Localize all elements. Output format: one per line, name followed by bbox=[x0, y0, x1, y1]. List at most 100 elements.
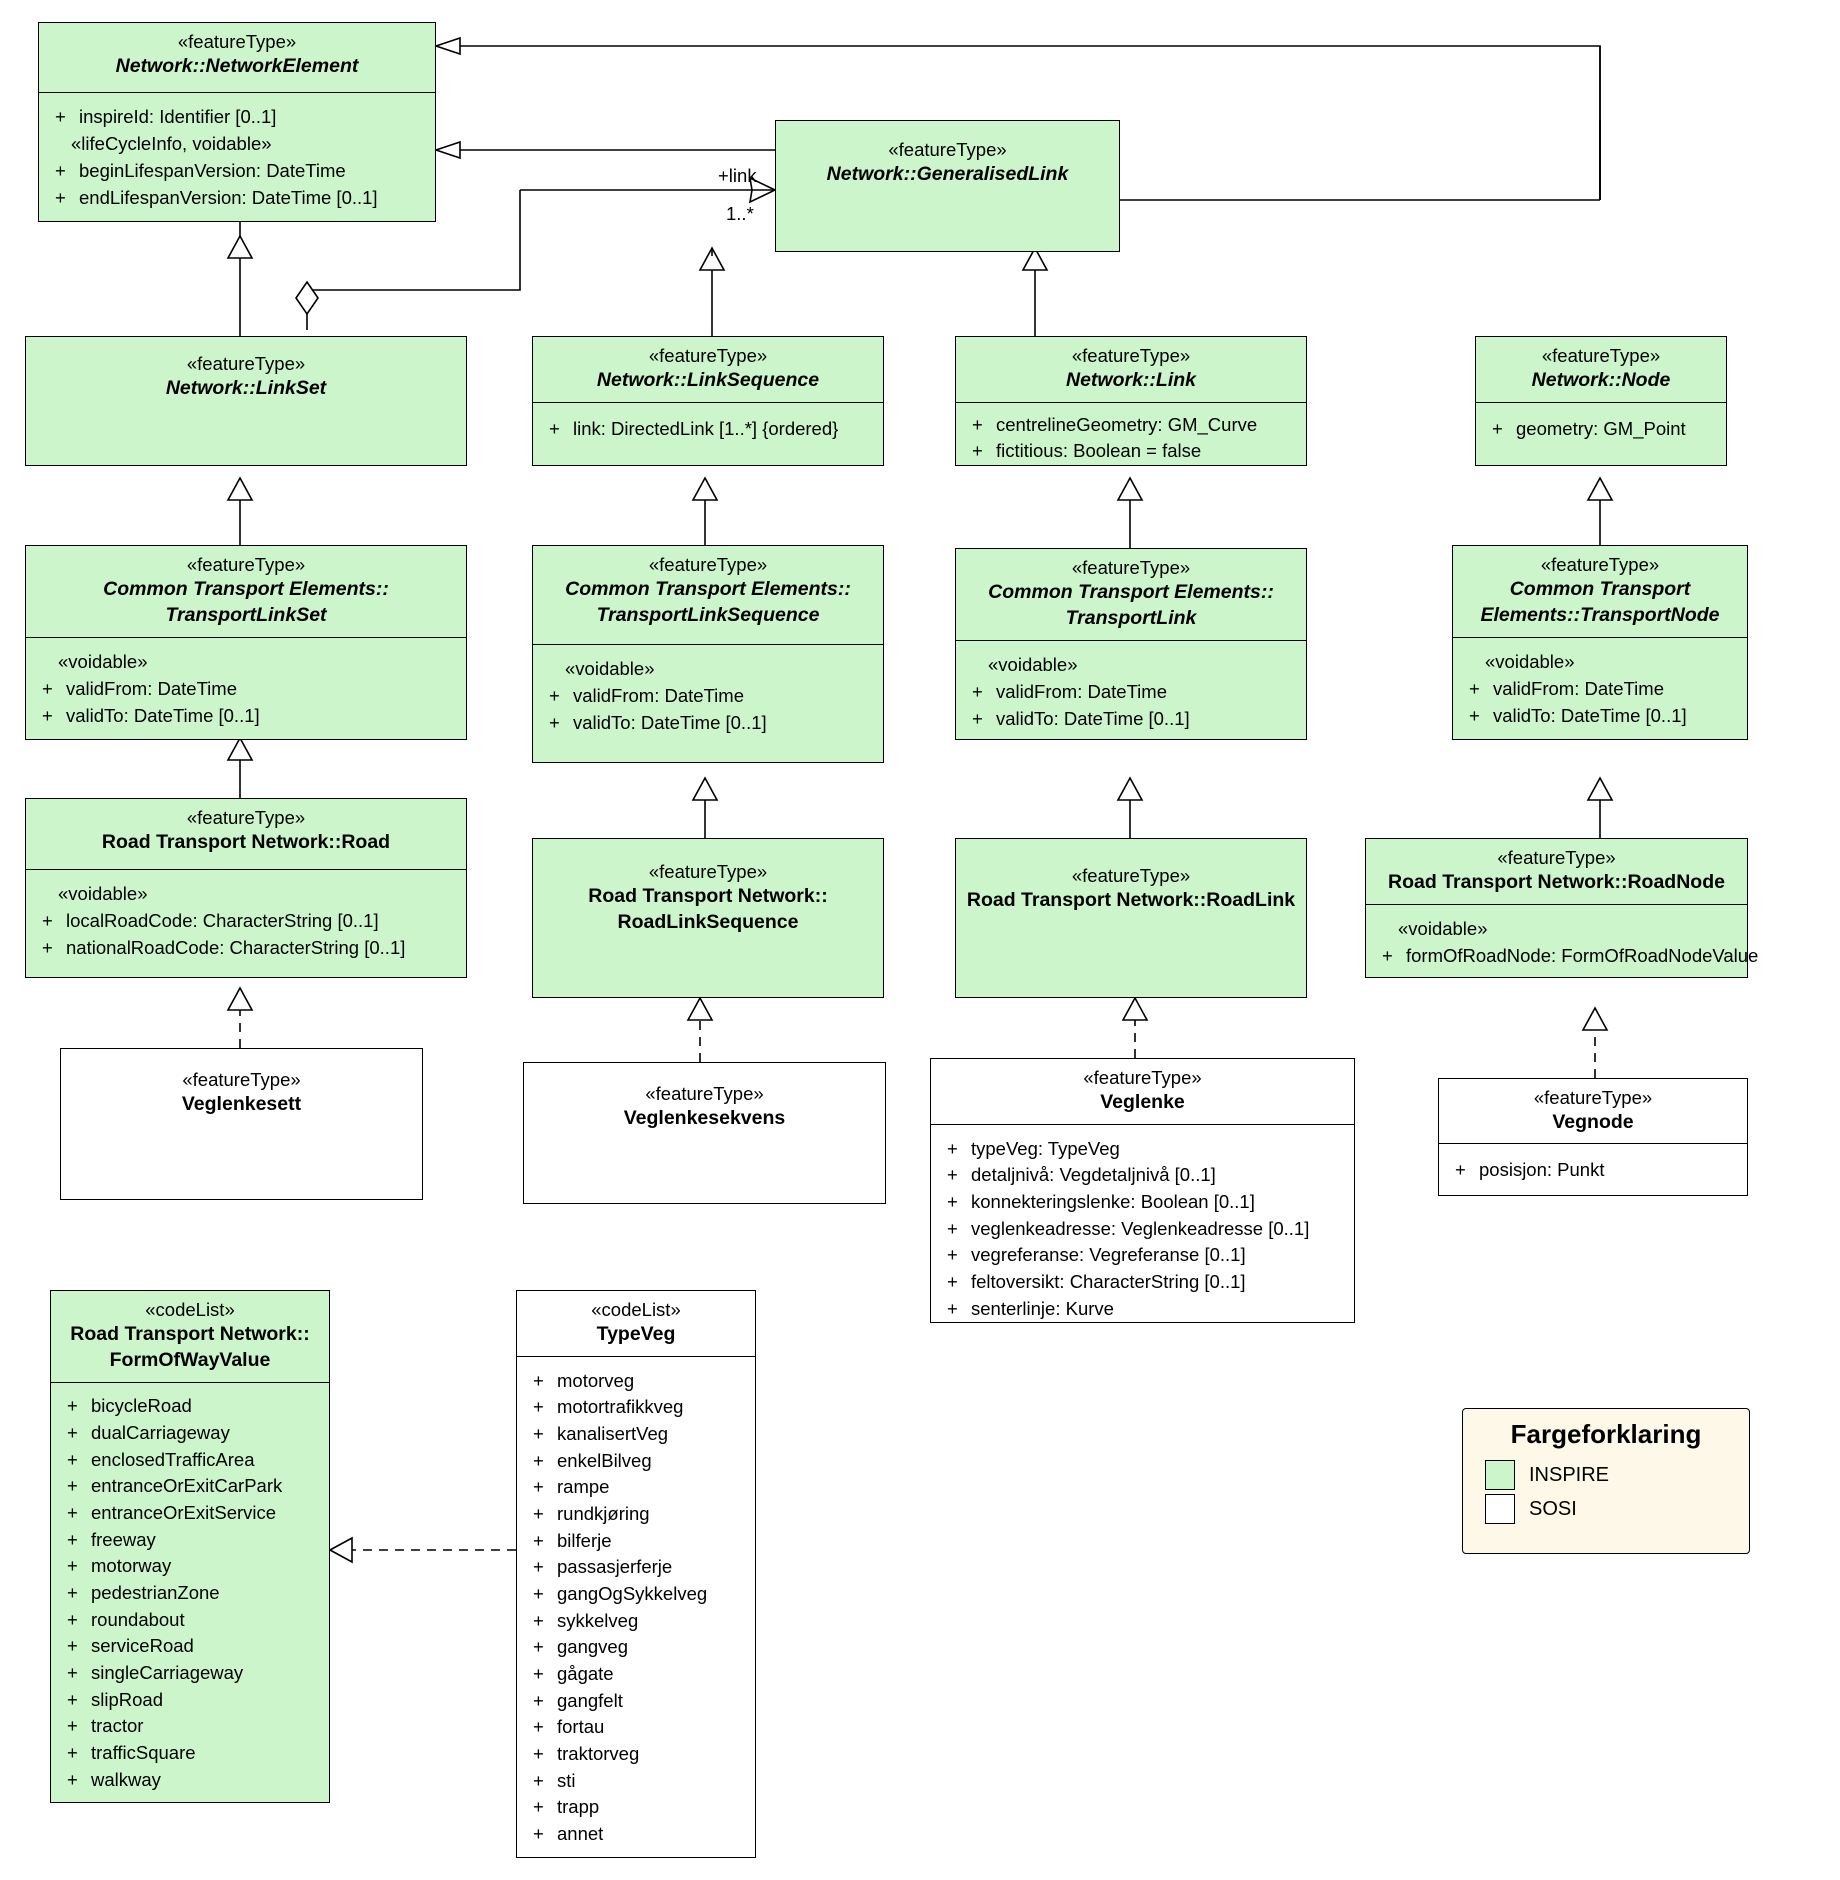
attribute-group-stereotype: «voidable» bbox=[565, 658, 655, 679]
attribute-text: validFrom: DateTime bbox=[66, 678, 237, 700]
attribute-group-stereotype: «voidable» bbox=[988, 653, 1078, 675]
visibility: + bbox=[549, 711, 560, 733]
class-link-set[interactable]: «featureType» Network::LinkSet bbox=[25, 336, 467, 466]
visibility: + bbox=[533, 1369, 544, 1391]
class-header: «featureType» Veglenkesett bbox=[61, 1061, 422, 1126]
attribute-text: fictitious: Boolean = false bbox=[996, 440, 1202, 462]
class-transport-link-sequence[interactable]: «featureType» Common Transport Elements:… bbox=[532, 545, 884, 763]
visibility: + bbox=[1492, 417, 1503, 439]
class-attributes: + posisjon: Punkt bbox=[1439, 1143, 1747, 1193]
attribute-text: gangfelt bbox=[557, 1689, 623, 1711]
class-network-element[interactable]: «featureType» Network::NetworkElement + … bbox=[38, 22, 436, 222]
visibility: + bbox=[533, 1609, 544, 1631]
class-attributes: «voidable» + localRoadCode: CharacterStr… bbox=[26, 869, 466, 971]
class-name: Network::NetworkElement bbox=[115, 55, 359, 78]
class-transport-node[interactable]: «featureType» Common Transport Elements:… bbox=[1452, 545, 1748, 740]
class-header: «featureType» Network::LinkSet bbox=[26, 345, 466, 410]
attribute-text: konnekteringslenke: Boolean [0..1] bbox=[971, 1190, 1255, 1212]
visibility: + bbox=[67, 1422, 78, 1444]
attribute-row: + beginLifespanVersion: DateTime bbox=[45, 158, 429, 185]
attribute-row: + pedestrianZone bbox=[57, 1580, 323, 1607]
attribute-row: + fortau bbox=[523, 1714, 749, 1741]
legend-title: Fargeforklaring bbox=[1510, 1419, 1702, 1449]
attribute-row: + detaljnivå: Vegdetaljnivå [0..1] bbox=[937, 1162, 1348, 1189]
visibility: + bbox=[67, 1448, 78, 1470]
visibility: + bbox=[1469, 678, 1480, 700]
class-veglenkesett[interactable]: «featureType» Veglenkesett bbox=[60, 1048, 423, 1200]
class-attributes: «voidable» + validFrom: DateTime + valid… bbox=[26, 636, 466, 739]
attribute-row: + sti bbox=[523, 1767, 749, 1794]
attribute-text: freeway bbox=[91, 1528, 156, 1550]
visibility: + bbox=[533, 1796, 544, 1818]
class-vegnode[interactable]: «featureType» Vegnode + posisjon: Punkt bbox=[1438, 1078, 1748, 1196]
class-link-sequence[interactable]: «featureType» Network::LinkSequence + li… bbox=[532, 336, 884, 466]
class-generalised-link[interactable]: «featureType» Network::GeneralisedLink bbox=[775, 120, 1120, 252]
class-transport-link[interactable]: «featureType» Common Transport Elements:… bbox=[955, 548, 1307, 740]
attribute-row: + singleCarriageway bbox=[57, 1660, 323, 1687]
attribute-text: dualCarriageway bbox=[91, 1422, 230, 1444]
class-form-of-way-value[interactable]: «codeList» Road Transport Network:: Form… bbox=[50, 1290, 330, 1803]
class-stereotype: «featureType» bbox=[186, 807, 306, 828]
class-name-line1: Common Transport Elements:: bbox=[988, 581, 1274, 604]
visibility: + bbox=[67, 1635, 78, 1657]
attribute-text: rampe bbox=[557, 1476, 610, 1498]
class-link[interactable]: «featureType» Network::Link + centreline… bbox=[955, 336, 1307, 466]
class-header: «featureType» Road Transport Network::Ro… bbox=[956, 857, 1306, 922]
visibility: + bbox=[67, 1582, 78, 1604]
class-veglenkesekvens[interactable]: «featureType» Veglenkesekvens bbox=[523, 1062, 886, 1204]
class-header: «featureType» Common Transport Elements:… bbox=[1453, 546, 1747, 637]
attribute-text: veglenkeadresse: Veglenkeadresse [0..1] bbox=[971, 1217, 1310, 1239]
class-road-link-sequence[interactable]: «featureType» Road Transport Network:: R… bbox=[532, 838, 884, 998]
attribute-text: detaljnivå: Vegdetaljnivå [0..1] bbox=[971, 1164, 1216, 1186]
visibility: + bbox=[42, 678, 53, 700]
class-stereotype: «featureType» bbox=[1071, 345, 1191, 366]
class-stereotype: «featureType» bbox=[648, 861, 768, 882]
attribute-group-stereotype: «lifeCycleInfo, voidable» bbox=[71, 132, 272, 154]
visibility: + bbox=[1455, 1158, 1466, 1180]
class-road-node[interactable]: «featureType» Road Transport Network::Ro… bbox=[1365, 838, 1758, 978]
class-road[interactable]: «featureType» Road Transport Network::Ro… bbox=[25, 798, 467, 978]
attribute-row: + rampe bbox=[523, 1474, 749, 1501]
class-attributes: + motorveg + motortrafikkveg + kanalisertVeg +… bbox=[517, 1356, 755, 1857]
visibility: + bbox=[972, 413, 983, 435]
class-attributes: + centrelineGeometry: GM_Curve + fictiti… bbox=[956, 402, 1306, 474]
attribute-row: + freeway bbox=[57, 1526, 323, 1553]
visibility: + bbox=[67, 1742, 78, 1764]
visibility: + bbox=[947, 1217, 958, 1239]
class-node[interactable]: «featureType» Network::Node + geometry: … bbox=[1475, 336, 1727, 466]
class-name: Network::LinkSet bbox=[165, 377, 327, 400]
class-veglenke[interactable]: «featureType» Veglenke + typeVeg: TypeVe… bbox=[930, 1058, 1355, 1323]
class-header: «featureType» Network::LinkSequence bbox=[533, 337, 883, 402]
attribute-row: + trafficSquare bbox=[57, 1740, 323, 1767]
attribute-row: + geometry: GM_Point bbox=[1482, 415, 1720, 442]
attribute-text: sti bbox=[557, 1769, 576, 1791]
visibility: + bbox=[67, 1662, 78, 1684]
class-header: «featureType» Network::Node bbox=[1476, 337, 1726, 402]
attribute-text: enkelBilveg bbox=[557, 1449, 652, 1471]
class-type-veg[interactable]: «codeList» TypeVeg + motorveg + motortrafik… bbox=[516, 1290, 756, 1858]
visibility: + bbox=[67, 1395, 78, 1417]
visibility: + bbox=[533, 1476, 544, 1498]
class-stereotype: «codeList» bbox=[145, 1299, 235, 1320]
attribute-row: + vegreferanse: Vegreferanse [0..1] bbox=[937, 1242, 1348, 1269]
attribute-text: vegreferanse: Vegreferanse [0..1] bbox=[971, 1244, 1246, 1266]
visibility: + bbox=[947, 1271, 958, 1292]
class-name: Road Transport Network::RoadLink bbox=[966, 889, 1296, 912]
attribute-text: singleCarriageway bbox=[91, 1662, 244, 1684]
visibility: + bbox=[42, 910, 53, 932]
class-header: «featureType» Common Transport Elements:… bbox=[533, 546, 883, 644]
attribute-row: + annet bbox=[523, 1821, 749, 1848]
visibility: + bbox=[533, 1689, 544, 1711]
attribute-text: motortrafikkveg bbox=[557, 1396, 684, 1418]
class-stereotype: «featureType» bbox=[1541, 345, 1661, 366]
attribute-text: motorveg bbox=[557, 1369, 635, 1391]
attribute-text: centrelineGeometry: GM_Curve bbox=[996, 413, 1258, 435]
attribute-row: + sykkelveg bbox=[523, 1607, 749, 1634]
class-header: «featureType» Network::Link bbox=[956, 337, 1306, 402]
attribute-text: senterlinje: Kurve bbox=[971, 1297, 1114, 1319]
attribute-text: annet bbox=[557, 1823, 604, 1845]
class-transport-link-set[interactable]: «featureType» Common Transport Elements:… bbox=[25, 545, 467, 740]
class-road-link[interactable]: «featureType» Road Transport Network::Ro… bbox=[955, 838, 1307, 998]
class-name-line2: TransportLinkSet bbox=[165, 604, 327, 627]
attribute-text: bicycleRoad bbox=[91, 1395, 192, 1417]
